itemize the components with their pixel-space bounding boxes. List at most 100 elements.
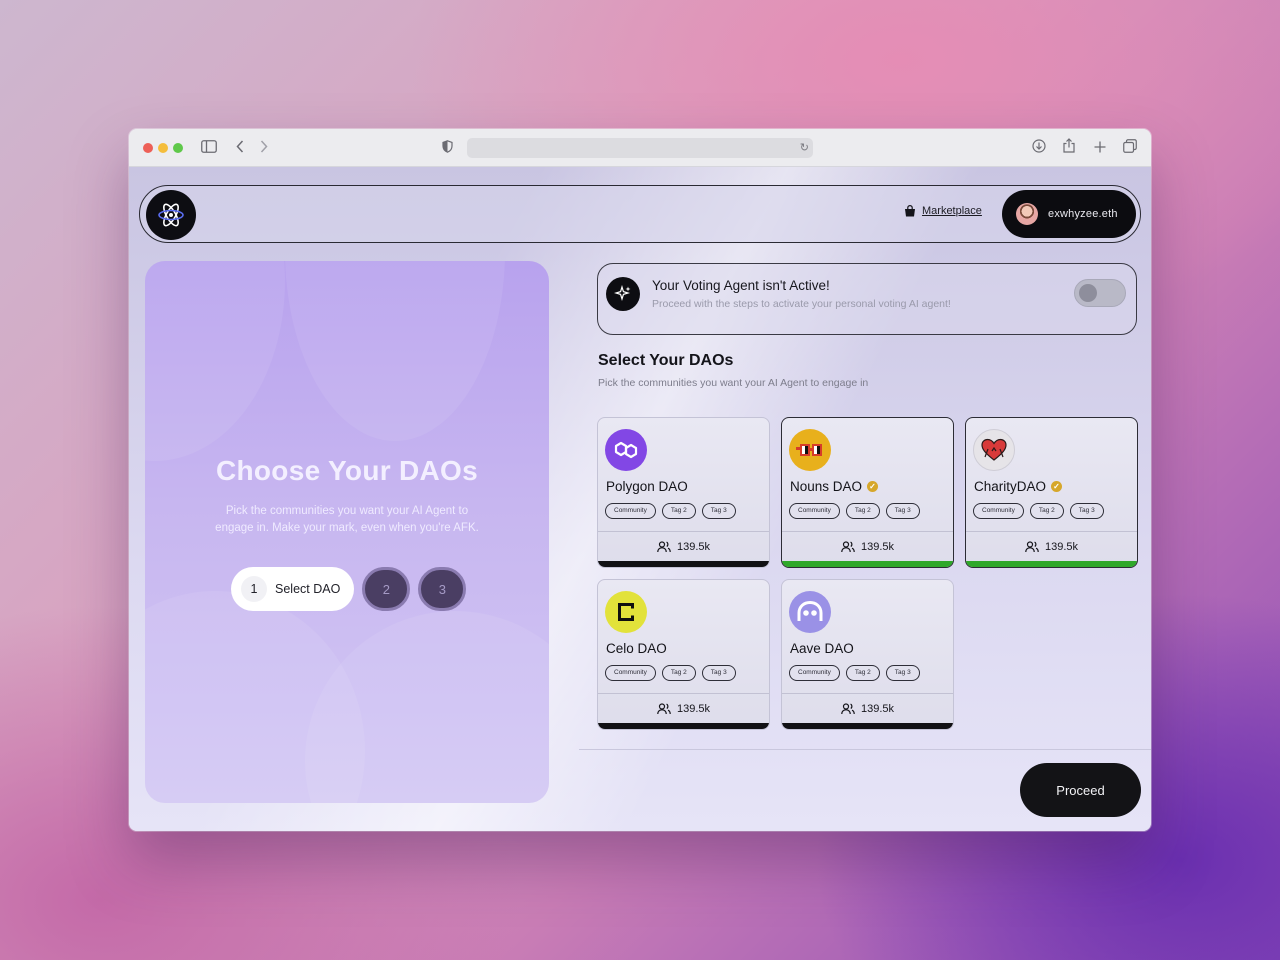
marketplace-link[interactable]: Marketplace	[904, 205, 982, 217]
dao-status-bar	[782, 723, 953, 729]
maximize-window-button[interactable]	[173, 143, 183, 153]
dao-name-text: Aave DAO	[790, 641, 854, 656]
tab-overview-icon[interactable]	[1120, 138, 1140, 158]
tag: Community	[789, 503, 840, 519]
dao-card-aave[interactable]: Aave DAO Community Tag 2 Tag 3 139.5k	[781, 579, 954, 730]
hero-title: Choose Your DAOs	[215, 455, 479, 486]
member-count: 139.5k	[598, 531, 769, 561]
tag: Tag 3	[885, 665, 920, 681]
page-content: Marketplace exwhyzee.eth Choose Your DAO…	[129, 167, 1151, 831]
decorative-arc	[145, 261, 285, 461]
polygon-logo-icon	[605, 429, 647, 471]
people-icon	[657, 540, 671, 552]
member-count-value: 139.5k	[860, 702, 895, 715]
dao-card-charity[interactable]: CharityDAO ✓ Community Tag 2 Tag 3 139.5…	[965, 417, 1138, 568]
close-window-button[interactable]	[143, 143, 153, 153]
verified-badge-icon: ✓	[867, 481, 879, 492]
forward-icon[interactable]	[254, 138, 274, 158]
member-count-value: 139.5k	[676, 702, 711, 715]
proceed-button[interactable]: Proceed	[1020, 763, 1141, 817]
dao-name-text: Nouns DAO	[790, 479, 863, 494]
back-icon[interactable]	[230, 138, 250, 158]
step-3[interactable]: 3	[418, 567, 467, 611]
section-title: Select Your DAOs	[598, 352, 734, 369]
verified-badge-icon: ✓	[1051, 481, 1063, 492]
celo-logo-icon	[605, 591, 647, 633]
step-number: 2	[382, 581, 390, 597]
browser-titlebar: ↻	[129, 129, 1151, 167]
step-number: 3	[438, 581, 446, 597]
agent-status-card: Your Voting Agent isn't Active! Proceed …	[597, 263, 1137, 335]
member-count: 139.5k	[966, 531, 1137, 561]
dao-status-bar	[598, 723, 769, 729]
hero-subtitle: Pick the communities you want your AI Ag…	[215, 505, 479, 534]
reload-icon[interactable]: ↻	[800, 138, 809, 158]
dao-name-text: Celo DAO	[606, 641, 667, 656]
dao-name: Polygon DAO	[606, 479, 688, 494]
dao-selected-bar	[966, 561, 1137, 567]
member-count-value: 139.5k	[676, 540, 711, 553]
user-account-button[interactable]: exwhyzee.eth	[1002, 190, 1136, 238]
dao-selected-bar	[782, 561, 953, 567]
step-2[interactable]: 2	[362, 567, 411, 611]
step-indicator: 1 Select DAO 2 3	[231, 567, 467, 611]
charity-heart-logo-icon	[973, 429, 1015, 471]
dao-status-bar	[598, 561, 769, 567]
tag: Tag 3	[1069, 503, 1104, 519]
dao-name: CharityDAO ✓	[974, 479, 1063, 494]
tag: Community	[605, 665, 656, 681]
tag: Community	[605, 503, 656, 519]
marketplace-label: Marketplace	[922, 205, 982, 217]
address-bar[interactable]: ↻	[467, 138, 813, 158]
share-icon[interactable]	[1059, 138, 1079, 158]
atom-logo-icon	[158, 203, 184, 227]
toggle-knob	[1079, 284, 1097, 302]
tag: Community	[973, 503, 1024, 519]
dao-card-celo[interactable]: Celo DAO Community Tag 2 Tag 3 139.5k	[597, 579, 770, 730]
footer-divider	[579, 749, 1151, 750]
tag: Tag 2	[1029, 503, 1064, 519]
sparkle-icon	[606, 277, 640, 311]
aave-ghost-logo-icon	[789, 591, 831, 633]
tag: Tag 3	[885, 503, 920, 519]
shopping-bag-icon	[905, 205, 915, 217]
step-label: Select DAO	[275, 582, 341, 596]
dao-name: Celo DAO	[606, 641, 667, 656]
tag: Tag 3	[701, 665, 736, 681]
dao-card-nouns[interactable]: Nouns DAO ✓ Community Tag 2 Tag 3 139.5k	[781, 417, 954, 568]
tag: Tag 2	[661, 503, 696, 519]
new-tab-icon[interactable]	[1090, 138, 1110, 158]
tag: Tag 2	[845, 665, 880, 681]
sidebar-toggle-icon[interactable]	[199, 138, 219, 158]
people-icon	[1025, 540, 1039, 552]
member-count-value: 139.5k	[1044, 540, 1079, 553]
member-count: 139.5k	[782, 693, 953, 723]
tag: Tag 2	[845, 503, 880, 519]
nouns-logo-icon	[789, 429, 831, 471]
privacy-shield-icon[interactable]	[437, 138, 457, 158]
app-logo[interactable]	[146, 190, 196, 240]
browser-window: ↻ Marketplace exwhyzee.eth Choose Your D…	[129, 129, 1151, 831]
dao-tags: Community Tag 2 Tag 3	[789, 503, 920, 519]
tag: Community	[789, 665, 840, 681]
decorative-arc	[285, 261, 505, 441]
dao-name: Aave DAO	[790, 641, 854, 656]
agent-status-subtitle: Proceed with the steps to activate your …	[652, 298, 951, 310]
dao-name-text: CharityDAO	[974, 479, 1047, 494]
decorative-arc	[305, 611, 549, 803]
step-1-select-dao[interactable]: 1 Select DAO	[231, 567, 355, 611]
minimize-window-button[interactable]	[158, 143, 168, 153]
member-count: 139.5k	[782, 531, 953, 561]
downloads-icon[interactable]	[1029, 138, 1049, 158]
member-count: 139.5k	[598, 693, 769, 723]
agent-active-toggle[interactable]	[1074, 279, 1126, 307]
section-subtitle: Pick the communities you want your AI Ag…	[598, 377, 869, 389]
dao-card-polygon[interactable]: Polygon DAO Community Tag 2 Tag 3 139.5k	[597, 417, 770, 568]
dao-name-text: Polygon DAO	[606, 479, 688, 494]
agent-status-title: Your Voting Agent isn't Active!	[652, 278, 830, 293]
people-icon	[657, 702, 671, 714]
dao-name: Nouns DAO ✓	[790, 479, 879, 494]
people-icon	[841, 540, 855, 552]
tag: Tag 3	[701, 503, 736, 519]
onboarding-hero-panel: Choose Your DAOs Pick the communities yo…	[145, 261, 549, 803]
